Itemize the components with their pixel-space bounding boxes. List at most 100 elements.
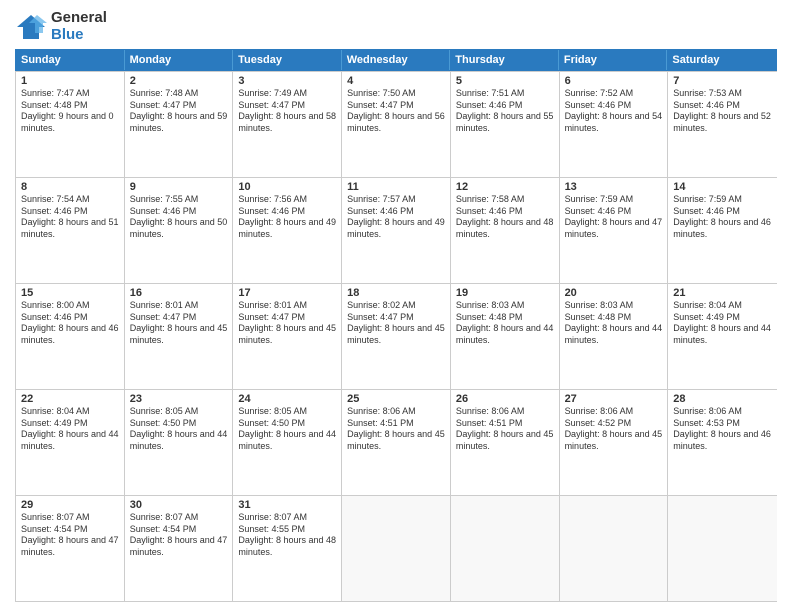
cell-info: Sunrise: 8:07 AMSunset: 4:54 PMDaylight:… — [21, 512, 119, 557]
day-number: 3 — [238, 75, 336, 87]
calendar-row: 1Sunrise: 7:47 AMSunset: 4:48 PMDaylight… — [16, 71, 777, 177]
day-number: 18 — [347, 287, 445, 299]
cell-info: Sunrise: 7:57 AMSunset: 4:46 PMDaylight:… — [347, 194, 445, 239]
calendar-cell: 28Sunrise: 8:06 AMSunset: 4:53 PMDayligh… — [668, 390, 777, 495]
cell-info: Sunrise: 8:06 AMSunset: 4:53 PMDaylight:… — [673, 406, 771, 451]
cell-info: Sunrise: 8:05 AMSunset: 4:50 PMDaylight:… — [130, 406, 228, 451]
calendar-cell: 15Sunrise: 8:00 AMSunset: 4:46 PMDayligh… — [16, 284, 125, 389]
day-number: 7 — [673, 75, 772, 87]
header-day: Thursday — [450, 50, 559, 70]
day-number: 21 — [673, 287, 772, 299]
day-number: 31 — [238, 499, 336, 511]
calendar-row: 29Sunrise: 8:07 AMSunset: 4:54 PMDayligh… — [16, 495, 777, 601]
calendar-cell: 17Sunrise: 8:01 AMSunset: 4:47 PMDayligh… — [233, 284, 342, 389]
header-day: Sunday — [16, 50, 125, 70]
calendar-cell: 21Sunrise: 8:04 AMSunset: 4:49 PMDayligh… — [668, 284, 777, 389]
header-day: Tuesday — [233, 50, 342, 70]
day-number: 19 — [456, 287, 554, 299]
day-number: 9 — [130, 181, 228, 193]
cell-info: Sunrise: 8:03 AMSunset: 4:48 PMDaylight:… — [565, 300, 663, 345]
calendar-cell — [451, 496, 560, 601]
header-day: Friday — [559, 50, 668, 70]
day-number: 4 — [347, 75, 445, 87]
calendar-row: 22Sunrise: 8:04 AMSunset: 4:49 PMDayligh… — [16, 389, 777, 495]
day-number: 14 — [673, 181, 772, 193]
calendar-cell: 19Sunrise: 8:03 AMSunset: 4:48 PMDayligh… — [451, 284, 560, 389]
cell-info: Sunrise: 7:53 AMSunset: 4:46 PMDaylight:… — [673, 88, 771, 133]
calendar-row: 15Sunrise: 8:00 AMSunset: 4:46 PMDayligh… — [16, 283, 777, 389]
calendar-cell — [668, 496, 777, 601]
calendar-body: 1Sunrise: 7:47 AMSunset: 4:48 PMDaylight… — [15, 71, 777, 602]
cell-info: Sunrise: 7:48 AMSunset: 4:47 PMDaylight:… — [130, 88, 228, 133]
calendar-cell: 8Sunrise: 7:54 AMSunset: 4:46 PMDaylight… — [16, 178, 125, 283]
calendar-cell: 24Sunrise: 8:05 AMSunset: 4:50 PMDayligh… — [233, 390, 342, 495]
cell-info: Sunrise: 8:00 AMSunset: 4:46 PMDaylight:… — [21, 300, 119, 345]
cell-info: Sunrise: 8:01 AMSunset: 4:47 PMDaylight:… — [130, 300, 228, 345]
header: General Blue — [15, 10, 777, 43]
calendar-cell: 20Sunrise: 8:03 AMSunset: 4:48 PMDayligh… — [560, 284, 669, 389]
cell-info: Sunrise: 8:02 AMSunset: 4:47 PMDaylight:… — [347, 300, 445, 345]
calendar-cell: 2Sunrise: 7:48 AMSunset: 4:47 PMDaylight… — [125, 72, 234, 177]
day-number: 26 — [456, 393, 554, 405]
day-number: 15 — [21, 287, 119, 299]
calendar-cell: 6Sunrise: 7:52 AMSunset: 4:46 PMDaylight… — [560, 72, 669, 177]
day-number: 13 — [565, 181, 663, 193]
day-number: 11 — [347, 181, 445, 193]
calendar-cell: 27Sunrise: 8:06 AMSunset: 4:52 PMDayligh… — [560, 390, 669, 495]
cell-info: Sunrise: 8:06 AMSunset: 4:51 PMDaylight:… — [456, 406, 554, 451]
calendar-cell: 29Sunrise: 8:07 AMSunset: 4:54 PMDayligh… — [16, 496, 125, 601]
cell-info: Sunrise: 7:49 AMSunset: 4:47 PMDaylight:… — [238, 88, 336, 133]
cell-info: Sunrise: 8:07 AMSunset: 4:55 PMDaylight:… — [238, 512, 336, 557]
calendar-cell: 22Sunrise: 8:04 AMSunset: 4:49 PMDayligh… — [16, 390, 125, 495]
header-day: Wednesday — [342, 50, 451, 70]
day-number: 16 — [130, 287, 228, 299]
cell-info: Sunrise: 7:54 AMSunset: 4:46 PMDaylight:… — [21, 194, 119, 239]
cell-info: Sunrise: 8:04 AMSunset: 4:49 PMDaylight:… — [21, 406, 119, 451]
day-number: 28 — [673, 393, 772, 405]
cell-info: Sunrise: 8:04 AMSunset: 4:49 PMDaylight:… — [673, 300, 771, 345]
header-day: Monday — [125, 50, 234, 70]
cell-info: Sunrise: 8:06 AMSunset: 4:52 PMDaylight:… — [565, 406, 663, 451]
calendar-cell: 14Sunrise: 7:59 AMSunset: 4:46 PMDayligh… — [668, 178, 777, 283]
cell-info: Sunrise: 8:01 AMSunset: 4:47 PMDaylight:… — [238, 300, 336, 345]
calendar-cell: 1Sunrise: 7:47 AMSunset: 4:48 PMDaylight… — [16, 72, 125, 177]
calendar-cell — [342, 496, 451, 601]
day-number: 6 — [565, 75, 663, 87]
page: General Blue SundayMondayTuesdayWednesda… — [0, 0, 792, 612]
calendar-cell: 3Sunrise: 7:49 AMSunset: 4:47 PMDaylight… — [233, 72, 342, 177]
calendar-cell: 4Sunrise: 7:50 AMSunset: 4:47 PMDaylight… — [342, 72, 451, 177]
calendar-cell: 12Sunrise: 7:58 AMSunset: 4:46 PMDayligh… — [451, 178, 560, 283]
header-day: Saturday — [667, 50, 776, 70]
calendar-cell — [560, 496, 669, 601]
day-number: 22 — [21, 393, 119, 405]
cell-info: Sunrise: 7:52 AMSunset: 4:46 PMDaylight:… — [565, 88, 663, 133]
cell-info: Sunrise: 8:06 AMSunset: 4:51 PMDaylight:… — [347, 406, 445, 451]
cell-info: Sunrise: 8:03 AMSunset: 4:48 PMDaylight:… — [456, 300, 554, 345]
calendar-cell: 10Sunrise: 7:56 AMSunset: 4:46 PMDayligh… — [233, 178, 342, 283]
cell-info: Sunrise: 7:51 AMSunset: 4:46 PMDaylight:… — [456, 88, 554, 133]
day-number: 1 — [21, 75, 119, 87]
calendar-cell: 9Sunrise: 7:55 AMSunset: 4:46 PMDaylight… — [125, 178, 234, 283]
day-number: 23 — [130, 393, 228, 405]
cell-info: Sunrise: 7:56 AMSunset: 4:46 PMDaylight:… — [238, 194, 336, 239]
cell-info: Sunrise: 7:59 AMSunset: 4:46 PMDaylight:… — [673, 194, 771, 239]
calendar-cell: 30Sunrise: 8:07 AMSunset: 4:54 PMDayligh… — [125, 496, 234, 601]
calendar-cell: 26Sunrise: 8:06 AMSunset: 4:51 PMDayligh… — [451, 390, 560, 495]
calendar: SundayMondayTuesdayWednesdayThursdayFrid… — [15, 49, 777, 602]
day-number: 20 — [565, 287, 663, 299]
calendar-cell: 25Sunrise: 8:06 AMSunset: 4:51 PMDayligh… — [342, 390, 451, 495]
day-number: 8 — [21, 181, 119, 193]
calendar-cell: 18Sunrise: 8:02 AMSunset: 4:47 PMDayligh… — [342, 284, 451, 389]
cell-info: Sunrise: 7:58 AMSunset: 4:46 PMDaylight:… — [456, 194, 554, 239]
day-number: 27 — [565, 393, 663, 405]
cell-info: Sunrise: 8:05 AMSunset: 4:50 PMDaylight:… — [238, 406, 336, 451]
day-number: 24 — [238, 393, 336, 405]
day-number: 12 — [456, 181, 554, 193]
calendar-header: SundayMondayTuesdayWednesdayThursdayFrid… — [15, 49, 777, 71]
day-number: 29 — [21, 499, 119, 511]
calendar-cell: 31Sunrise: 8:07 AMSunset: 4:55 PMDayligh… — [233, 496, 342, 601]
calendar-cell: 16Sunrise: 8:01 AMSunset: 4:47 PMDayligh… — [125, 284, 234, 389]
calendar-cell: 7Sunrise: 7:53 AMSunset: 4:46 PMDaylight… — [668, 72, 777, 177]
day-number: 2 — [130, 75, 228, 87]
day-number: 5 — [456, 75, 554, 87]
